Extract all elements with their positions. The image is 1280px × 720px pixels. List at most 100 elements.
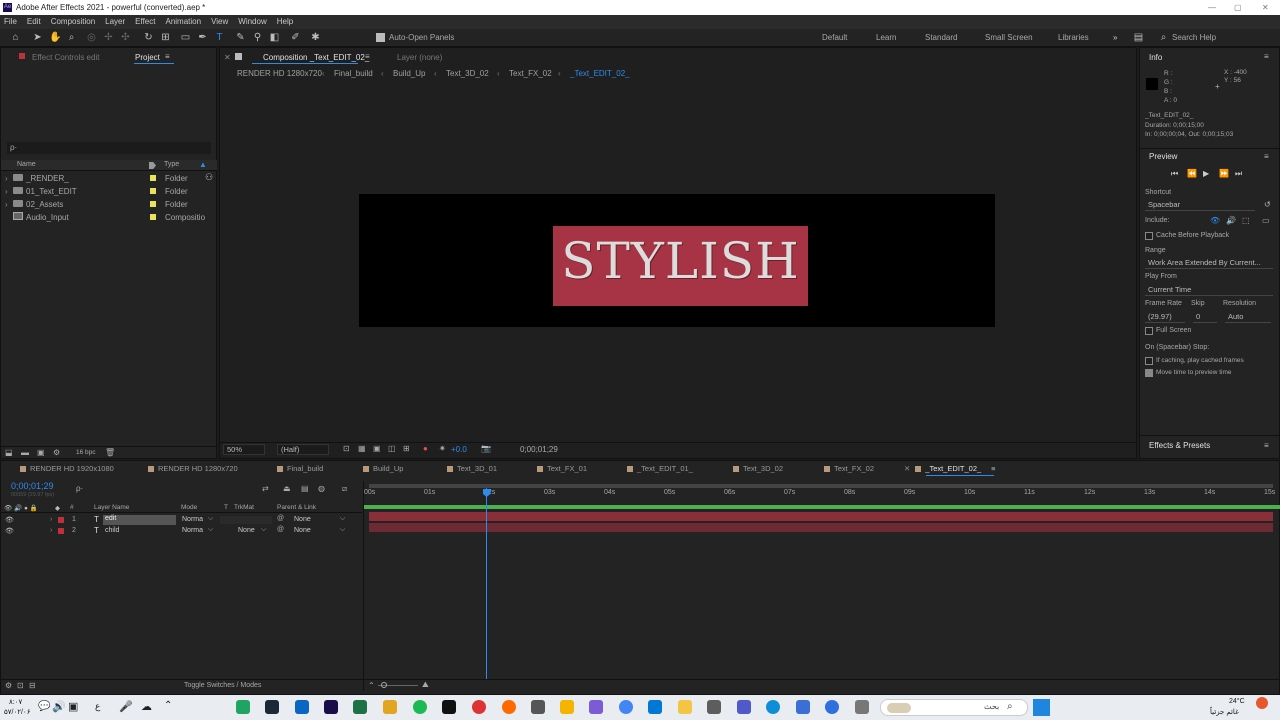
task-view-icon[interactable] [855, 700, 869, 714]
new-composition-icon[interactable]: ▣ [37, 448, 45, 457]
home-icon[interactable]: ⌂ [10, 32, 21, 43]
exposure-icon[interactable]: ✷ [439, 444, 446, 453]
panel-menu-icon[interactable]: ≡ [365, 52, 370, 61]
composition-viewer[interactable]: STYLISH [359, 194, 995, 327]
breadcrumb-item[interactable]: Text_FX_02 [509, 69, 552, 78]
layer-bar[interactable] [369, 512, 1273, 521]
workspace-small-screen[interactable]: Small Screen [985, 33, 1033, 42]
maximize-button[interactable]: ▢ [1234, 0, 1242, 15]
network-icon[interactable]: ▣ [68, 700, 78, 713]
transfer-controls-icon[interactable]: ⊡ [17, 681, 24, 690]
panel-menu-icon[interactable]: ≡ [1264, 52, 1269, 61]
motion-blur-icon[interactable]: ◍ [318, 484, 325, 493]
workspace-standard[interactable]: Standard [925, 33, 957, 42]
menu-layer[interactable]: Layer [105, 15, 125, 29]
playhead[interactable] [486, 488, 488, 680]
grid-icon[interactable]: ⊞ [403, 444, 410, 453]
parent-dropdown[interactable]: None [294, 516, 311, 523]
app-icon[interactable] [236, 700, 250, 714]
draft-3d-icon[interactable]: ⏏ [283, 484, 291, 493]
close-button[interactable]: ✕ [1262, 0, 1269, 15]
tray-chevron-icon[interactable]: ⌃ [164, 700, 172, 711]
after-effects-icon[interactable] [324, 700, 338, 714]
include-overlay-icon[interactable]: ⬚ [1242, 216, 1250, 225]
include-audio-icon[interactable]: 🔊 [1226, 216, 1236, 225]
menu-help[interactable]: Help [277, 15, 293, 29]
type-tool-icon[interactable]: T [214, 32, 225, 43]
timeline-search-icon[interactable]: ρ· [76, 484, 83, 493]
expand-icon[interactable]: › [5, 174, 8, 183]
timeline-tab[interactable]: Text_FX_02 [824, 464, 874, 473]
col-name[interactable]: Name [17, 161, 36, 168]
breadcrumb-item[interactable]: Build_Up [393, 69, 425, 78]
settings-icon[interactable] [531, 700, 545, 714]
menu-composition[interactable]: Composition [51, 15, 95, 29]
include-video-icon[interactable]: 👁 [1210, 216, 1220, 225]
expand-icon[interactable]: › [50, 527, 52, 534]
app-icon[interactable] [560, 700, 574, 714]
bpc-label[interactable]: 16 bpc [76, 449, 96, 456]
time-stretch-icon[interactable]: ⊟ [29, 681, 36, 690]
play-icon[interactable]: ▶ [1203, 169, 1209, 178]
timeline-tab[interactable]: RENDER HD 1280x720 [148, 464, 238, 473]
if-caching-checkbox[interactable] [1145, 357, 1153, 365]
pan-tool-icon[interactable]: ✢ [103, 32, 114, 43]
interpret-footage-icon[interactable]: ⬓ [5, 448, 13, 457]
search-icon[interactable]: ⌕ [1158, 32, 1169, 43]
layer-bar[interactable] [369, 523, 1273, 532]
layer-switches-icon[interactable]: ⚙ [5, 681, 12, 690]
region-of-interest-icon[interactable]: ⊡ [343, 444, 350, 453]
mail-icon[interactable] [648, 700, 662, 714]
menu-edit[interactable]: Edit [27, 15, 41, 29]
include-layer-controls-icon[interactable]: ▭ [1262, 216, 1270, 225]
panel-menu-icon[interactable]: ≡ [1264, 441, 1269, 450]
anchor-tool-icon[interactable]: ⊞ [160, 32, 171, 43]
microphone-icon[interactable]: 🎤 [119, 700, 133, 713]
clone-stamp-icon[interactable]: ⚲ [252, 32, 263, 43]
last-frame-icon[interactable]: ⏭ [1235, 169, 1242, 179]
panel-menu-icon[interactable]: ≡ [1264, 152, 1269, 161]
app-icon[interactable] [796, 700, 810, 714]
store-icon[interactable] [707, 700, 721, 714]
expand-icon[interactable]: › [5, 200, 8, 209]
app-icon[interactable] [295, 700, 309, 714]
search-help-field[interactable]: Search Help [1172, 33, 1216, 42]
pick-whip-icon[interactable]: @ [277, 526, 284, 533]
layer-label-color[interactable] [58, 528, 64, 534]
steam-icon[interactable] [265, 700, 279, 714]
color-channels-icon[interactable]: ● [423, 444, 428, 453]
tab-project[interactable]: Project [135, 53, 160, 62]
channel-icon[interactable]: ◫ [388, 444, 396, 453]
prev-frame-icon[interactable]: ⏪ [1187, 169, 1197, 178]
next-frame-icon[interactable]: ⏩ [1219, 169, 1229, 178]
breadcrumb-item[interactable]: RENDER HD 1280x720 [237, 69, 322, 78]
timeline-tab[interactable]: Text_3D_01 [447, 464, 497, 473]
graph-editor-icon[interactable]: ⧄ [342, 484, 347, 494]
transparency-grid-icon[interactable]: ▦ [358, 444, 366, 453]
exposure-value[interactable]: +0.0 [451, 445, 467, 454]
close-tab-icon[interactable]: ✕ [224, 53, 231, 62]
pen-tool-icon[interactable]: ✒ [197, 32, 208, 43]
layer-name[interactable]: child [105, 527, 119, 534]
frame-blending-icon[interactable]: ▤ [301, 484, 309, 493]
parent-dropdown[interactable]: None [294, 527, 311, 534]
col-layer-name[interactable]: Layer Name [94, 504, 129, 511]
menu-view[interactable]: View [211, 15, 228, 29]
breadcrumb-current[interactable]: _Text_EDIT_02_ [570, 69, 630, 78]
snapshot-icon[interactable]: 📷 [481, 444, 491, 453]
workspace-libraries[interactable]: Libraries [1058, 33, 1089, 42]
start-button-icon[interactable] [1033, 699, 1050, 716]
menu-window[interactable]: Window [238, 15, 266, 29]
mode-dropdown[interactable]: Norma [182, 527, 203, 534]
brush-tool-icon[interactable]: ✎ [235, 32, 246, 43]
skip-dropdown[interactable]: 0 [1193, 312, 1217, 323]
move-time-checkbox[interactable] [1145, 369, 1153, 377]
project-search-input[interactable]: ρ· [7, 142, 211, 154]
clock-time[interactable]: ۸:۰۷ [9, 698, 22, 706]
comp-timecode[interactable]: 0;00;01;29 [520, 445, 558, 454]
breadcrumb-item[interactable]: Text_3D_02 [446, 69, 489, 78]
tab-effect-controls[interactable]: Effect Controls edit [32, 53, 99, 62]
visibility-eye-icon[interactable]: 👁 [5, 516, 14, 524]
edge-icon[interactable] [766, 700, 780, 714]
layer-label-color[interactable] [58, 517, 64, 523]
